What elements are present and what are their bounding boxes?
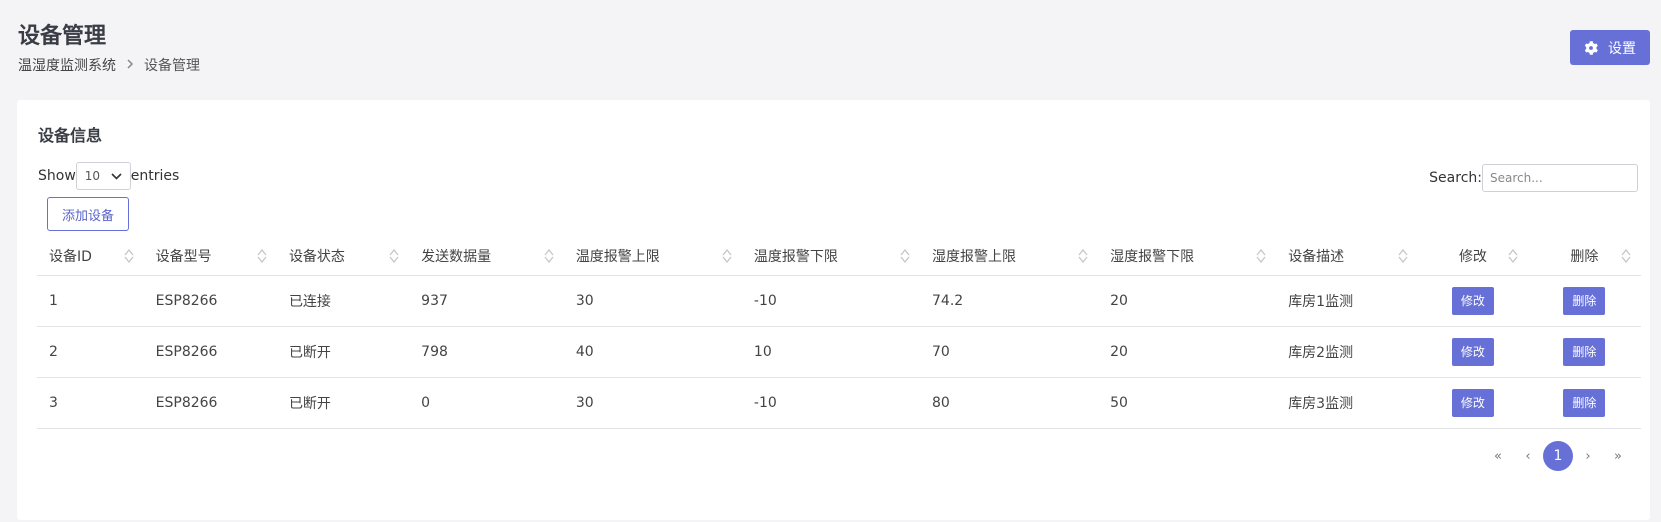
cell-delete: 删除 (1527, 377, 1641, 429)
cell-edit: 修改 (1418, 275, 1528, 327)
cell-data-count: 0 (409, 377, 564, 429)
sort-icon (1508, 248, 1518, 263)
cell-model: ESP8266 (143, 377, 277, 429)
cell-temp-upper: 30 (563, 377, 742, 429)
search-input[interactable] (1482, 164, 1638, 192)
add-device-button[interactable]: 添加设备 (47, 197, 129, 231)
sort-icon (1398, 248, 1408, 263)
col-header-humid-upper[interactable]: 湿度报警上限 (920, 237, 1099, 276)
table-header-row: 设备ID 设备型号 设备状态 发送数据量 温度报警上限 温度报警下限 湿度报警上… (37, 237, 1641, 276)
card-title: 设备信息 (38, 126, 103, 145)
col-header-delete[interactable]: 删除 (1527, 237, 1641, 276)
cell-temp-upper: 30 (563, 275, 742, 327)
delete-button[interactable]: 删除 (1563, 286, 1606, 315)
sort-icon (124, 248, 134, 263)
sort-icon (722, 248, 732, 263)
cell-humid-lower: 20 (1098, 275, 1277, 327)
settings-label: 设置 (1608, 39, 1636, 56)
search-label: Search: (1429, 170, 1482, 186)
edit-button[interactable]: 修改 (1451, 388, 1494, 417)
page-length-value: 10 (84, 169, 101, 183)
sort-icon (544, 248, 554, 263)
cell-humid-lower: 20 (1098, 326, 1277, 378)
table-row: 2 ESP8266 已断开 798 40 10 70 20 库房2监测 修改 删… (37, 326, 1641, 378)
cell-model: ESP8266 (143, 275, 277, 327)
cell-data-count: 937 (409, 275, 564, 327)
col-header-humid-lower[interactable]: 湿度报警下限 (1098, 237, 1277, 276)
page-last-button[interactable]: » (1603, 441, 1633, 471)
sort-icon (389, 248, 399, 263)
page-length-select[interactable]: 10 (75, 162, 131, 190)
edit-button[interactable]: 修改 (1451, 337, 1494, 366)
pagination: « ‹ 1 › » (1483, 441, 1633, 471)
cell-device-id: 2 (37, 326, 144, 378)
chevron-down-icon (111, 172, 122, 180)
sort-icon (1256, 248, 1266, 263)
cell-device-id: 1 (37, 275, 144, 327)
table-row: 1 ESP8266 已连接 937 30 -10 74.2 20 库房1监测 修… (37, 275, 1641, 327)
length-control: Show 10 entries (38, 162, 179, 190)
settings-button[interactable]: 设置 (1570, 30, 1650, 65)
edit-button[interactable]: 修改 (1451, 286, 1494, 315)
cell-humid-upper: 70 (920, 326, 1099, 378)
col-header-temp-upper[interactable]: 温度报警上限 (563, 237, 742, 276)
chevron-right-icon (126, 58, 134, 73)
breadcrumb-root[interactable]: 温湿度监测系统 (18, 55, 116, 75)
col-header-edit[interactable]: 修改 (1418, 237, 1528, 276)
page-next-button[interactable]: › (1573, 441, 1603, 471)
page-title: 设备管理 (18, 24, 107, 49)
entries-label: entries (130, 168, 180, 184)
cell-temp-lower: -10 (741, 377, 920, 429)
device-table: 设备ID 设备型号 设备状态 发送数据量 温度报警上限 温度报警下限 湿度报警上… (37, 237, 1641, 429)
cell-temp-lower: -10 (741, 275, 920, 327)
cell-description: 库房2监测 (1276, 326, 1419, 378)
cell-temp-lower: 10 (741, 326, 920, 378)
delete-button[interactable]: 删除 (1563, 388, 1606, 417)
col-header-data-count[interactable]: 发送数据量 (409, 237, 564, 276)
show-label: Show (38, 168, 76, 184)
search-control: Search: (1429, 164, 1638, 192)
cell-edit: 修改 (1418, 377, 1528, 429)
delete-button[interactable]: 删除 (1563, 337, 1606, 366)
cell-device-id: 3 (37, 377, 144, 429)
cell-humid-upper: 74.2 (920, 275, 1099, 327)
cell-edit: 修改 (1418, 326, 1528, 378)
sort-icon (1621, 248, 1631, 263)
col-header-model[interactable]: 设备型号 (143, 237, 277, 276)
cell-model: ESP8266 (143, 326, 277, 378)
cell-humid-lower: 50 (1098, 377, 1277, 429)
page-prev-button[interactable]: ‹ (1513, 441, 1543, 471)
cell-delete: 删除 (1527, 275, 1641, 327)
sort-icon (1078, 248, 1088, 263)
cell-delete: 删除 (1527, 326, 1641, 378)
sort-icon (257, 248, 267, 263)
cell-humid-upper: 80 (920, 377, 1099, 429)
gear-icon (1584, 40, 1598, 55)
table-row: 3 ESP8266 已断开 0 30 -10 80 50 库房3监测 修改 删除 (37, 377, 1641, 429)
page-first-button[interactable]: « (1483, 441, 1513, 471)
breadcrumb-current: 设备管理 (144, 58, 200, 74)
col-header-device-id[interactable]: 设备ID (37, 237, 144, 276)
cell-description: 库房3监测 (1276, 377, 1419, 429)
col-header-status[interactable]: 设备状态 (276, 237, 410, 276)
cell-description: 库房1监测 (1276, 275, 1419, 327)
cell-data-count: 798 (409, 326, 564, 378)
breadcrumb: 温湿度监测系统 设备管理 (18, 55, 200, 75)
cell-status: 已断开 (276, 377, 410, 429)
cell-status: 已连接 (276, 275, 410, 327)
cell-temp-upper: 40 (563, 326, 742, 378)
device-info-card: 设备信息 Show 10 entries Search: 添加设备 设备ID 设… (17, 100, 1650, 520)
col-header-description[interactable]: 设备描述 (1276, 237, 1419, 276)
page-current-button[interactable]: 1 (1543, 441, 1573, 471)
col-header-temp-lower[interactable]: 温度报警下限 (741, 237, 920, 276)
cell-status: 已断开 (276, 326, 410, 378)
sort-icon (900, 248, 910, 263)
